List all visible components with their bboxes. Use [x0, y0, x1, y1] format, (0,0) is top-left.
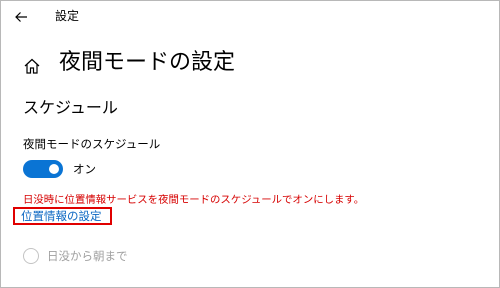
sunset-to-sunrise-label: 日没から朝まで: [47, 249, 128, 263]
page-title: 夜間モードの設定: [59, 50, 236, 75]
night-light-schedule-label: 夜間モードのスケジュール: [23, 137, 161, 151]
sunset-to-sunrise-radio[interactable]: [23, 248, 39, 264]
section-title-schedule: スケジュール: [23, 98, 118, 117]
app-title: 設定: [55, 9, 80, 23]
back-button[interactable]: [9, 7, 35, 27]
home-icon: [24, 58, 40, 74]
toggle-state-label: オン: [73, 162, 96, 176]
toggle-knob: [49, 164, 59, 174]
arrow-left-icon: [15, 12, 27, 22]
night-light-schedule-toggle[interactable]: [23, 160, 63, 178]
location-warning-text: 日没時に位置情報サービスを夜間モードのスケジュールでオンにします。: [23, 194, 365, 206]
location-settings-link[interactable]: 位置情報の設定: [21, 209, 102, 223]
settings-window: 設定 夜間モードの設定 スケジュール 夜間モードのスケジュール オン 日没時に位…: [0, 0, 500, 288]
title-bar: 設定: [1, 1, 499, 33]
